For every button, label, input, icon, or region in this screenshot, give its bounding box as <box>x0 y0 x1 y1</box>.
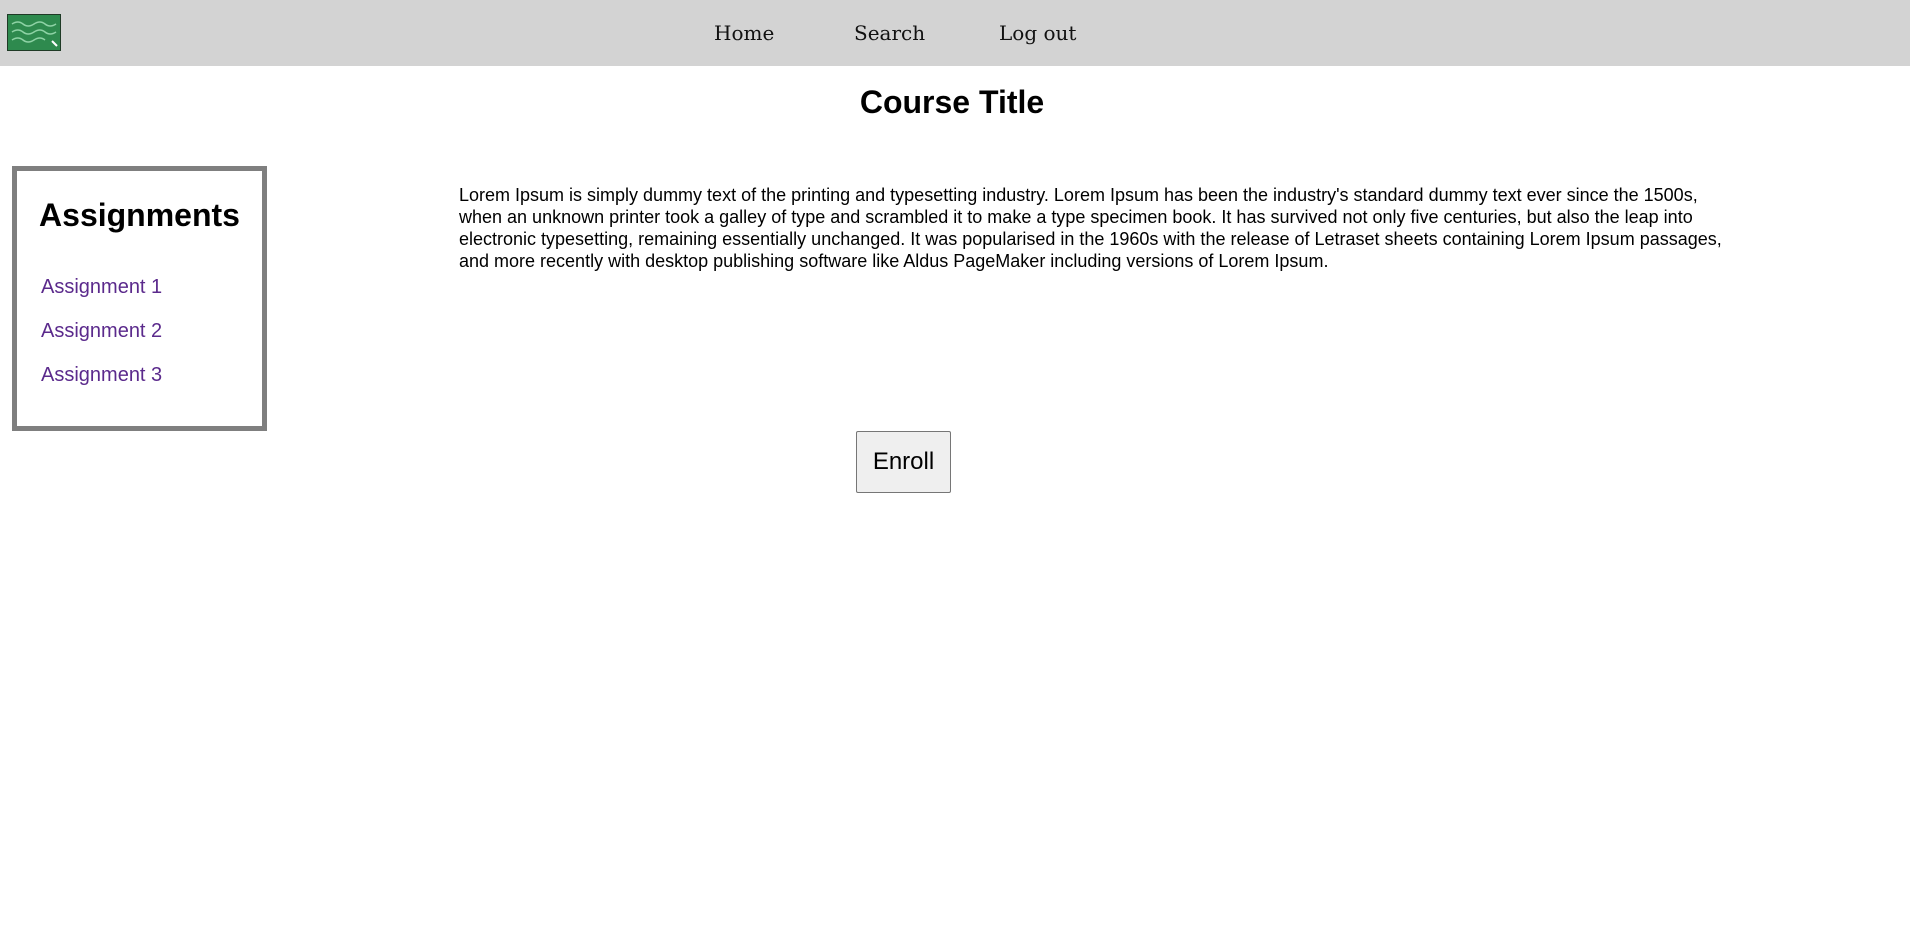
course-title: Course Title <box>859 84 1045 120</box>
assignments-heading: Assignments <box>39 197 240 233</box>
nav-home-link[interactable]: Home <box>714 0 774 66</box>
assignment-link-2[interactable]: Assignment 2 <box>41 320 162 343</box>
assignment-link-3[interactable]: Assignment 3 <box>41 364 162 387</box>
nav-search-link[interactable]: Search <box>854 0 925 66</box>
chalkboard-icon[interactable] <box>7 14 61 51</box>
top-nav-bar: Home Search Log out <box>0 0 1910 66</box>
nav-logout-link[interactable]: Log out <box>999 0 1076 66</box>
assignment-link-1[interactable]: Assignment 1 <box>41 276 162 299</box>
course-description: Lorem Ipsum is simply dummy text of the … <box>459 185 1722 271</box>
enroll-button[interactable]: Enroll <box>856 431 951 493</box>
assignments-panel: Assignments Assignment 1 Assignment 2 As… <box>12 166 267 431</box>
